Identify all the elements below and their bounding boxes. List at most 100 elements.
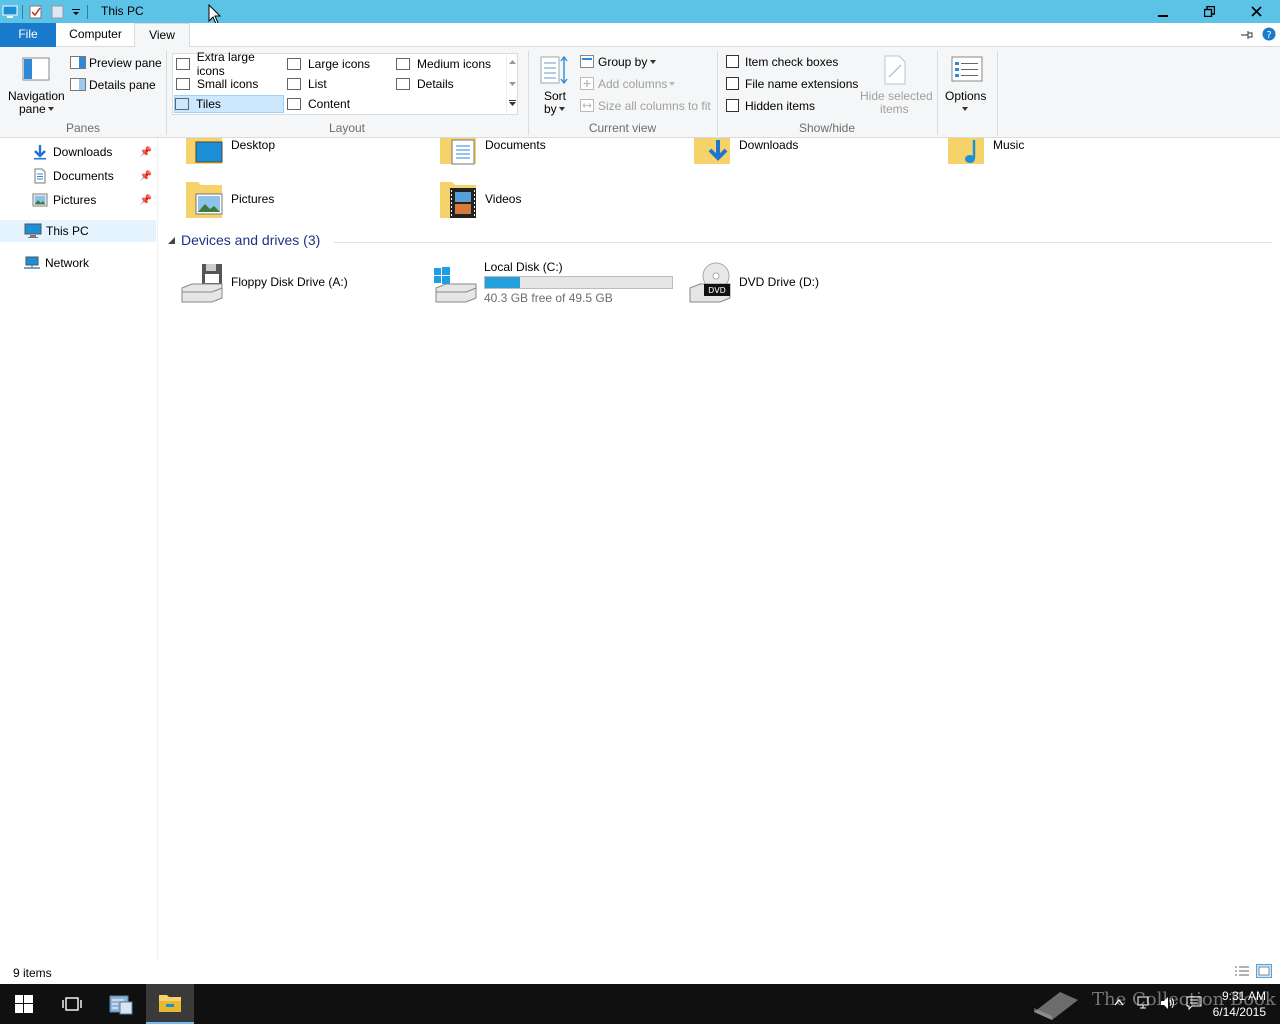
layout-gallery: Extra large icons Large icons Medium ico…	[172, 50, 518, 115]
quick-access-toolbar	[2, 3, 94, 20]
nav-item-this-pc[interactable]: This PC	[0, 220, 156, 242]
large-icons-view-icon[interactable]	[1256, 964, 1272, 978]
hidden-items-label: Hidden items	[745, 99, 816, 113]
nav-item-label: Documents	[53, 169, 114, 183]
collapse-triangle-icon[interactable]	[168, 236, 175, 244]
scroll-down-icon[interactable]	[509, 82, 516, 86]
options-button[interactable]: Options	[940, 53, 994, 119]
hidden-items-option[interactable]: Hidden items	[724, 97, 856, 115]
layout-content[interactable]: Content	[287, 95, 393, 113]
file-name-extensions-checkbox[interactable]	[726, 77, 739, 90]
scroll-up-icon[interactable]	[509, 60, 516, 64]
navigation-pane-label: Navigation	[8, 89, 65, 103]
group-label-layout: Layout	[328, 121, 366, 135]
layout-list[interactable]: List	[287, 75, 393, 93]
layout-details[interactable]: Details	[396, 75, 504, 93]
taskbar-server-manager[interactable]	[97, 984, 145, 1024]
hide-selected-items-icon	[884, 55, 906, 85]
pin-icon[interactable]: 📌	[140, 195, 152, 206]
group-by-button[interactable]: Group by	[578, 53, 708, 71]
hide-selected-items-button[interactable]: Hide selected items	[858, 53, 933, 119]
folder-tile-downloads[interactable]: Downloads	[692, 138, 932, 166]
nav-item-downloads[interactable]: Downloads 📌	[0, 141, 158, 163]
size-all-columns-button[interactable]: Size all columns to fit	[578, 97, 714, 115]
folder-name: Music	[993, 138, 1025, 152]
task-view-button[interactable]	[48, 984, 96, 1024]
clock[interactable]: 9:31 AM 6/14/2015	[1213, 988, 1266, 1020]
tiles-icon	[175, 98, 189, 110]
gallery-expand-icon[interactable]	[509, 100, 516, 107]
item-check-boxes-option[interactable]: Item check boxes	[724, 53, 856, 71]
window-title: This PC	[101, 4, 144, 18]
tab-view[interactable]: View	[134, 23, 190, 48]
chevron-down-icon	[559, 107, 565, 111]
folder-tile-videos[interactable]: Videos	[438, 180, 678, 224]
layout-large-icons[interactable]: Large icons	[287, 55, 393, 73]
drive-tile-floppy[interactable]: Floppy Disk Drive (A:)	[178, 262, 418, 304]
layout-extra-large-icons[interactable]: Extra large icons	[176, 50, 284, 78]
folder-tile-music[interactable]: Music	[946, 138, 1186, 166]
folder-tile-pictures[interactable]: Pictures	[184, 180, 424, 224]
file-explorer-icon	[159, 995, 181, 1012]
downloads-arrow-icon	[34, 145, 46, 160]
tab-computer[interactable]: Computer	[57, 23, 134, 47]
help-icon[interactable]: ?	[1262, 27, 1276, 41]
tab-file[interactable]: File	[0, 23, 56, 47]
add-columns-button[interactable]: Add columns	[578, 75, 708, 93]
title-bar: This PC	[0, 0, 1280, 25]
details-view-icon[interactable]	[1234, 965, 1250, 978]
hide-selected-items-label: Hide selected	[860, 89, 933, 103]
minimize-icon	[1158, 14, 1168, 17]
devices-group-header[interactable]: Devices and drives (3)	[168, 232, 320, 248]
minimize-button[interactable]	[1140, 0, 1186, 23]
folder-name: Videos	[485, 192, 522, 206]
properties-icon[interactable]	[29, 5, 43, 19]
folder-name: Desktop	[231, 138, 276, 152]
sort-by-button[interactable]: Sort by	[536, 53, 572, 119]
pin-icon[interactable]: 📌	[140, 171, 152, 182]
floppy-drive-icon	[181, 264, 223, 303]
pictures-icon	[32, 193, 48, 207]
action-center-icon[interactable]	[1186, 996, 1202, 1010]
layout-medium-icons[interactable]: Medium icons	[396, 55, 504, 73]
layout-small-icons[interactable]: Small icons	[176, 75, 284, 93]
layout-tiles[interactable]: Tiles	[174, 95, 284, 113]
restore-button[interactable]	[1186, 0, 1232, 23]
file-name-extensions-option[interactable]: File name extensions	[724, 75, 858, 93]
group-by-icon	[580, 55, 594, 68]
nav-item-documents[interactable]: Documents 📌	[0, 165, 158, 187]
navigation-pane-icon	[22, 57, 50, 81]
layout-item-label: Content	[308, 97, 351, 111]
new-folder-icon[interactable]	[51, 5, 65, 19]
show-hidden-icons-icon[interactable]	[1114, 998, 1124, 1006]
layout-item-label: Tiles	[196, 97, 221, 111]
server-manager-icon	[109, 995, 133, 1015]
customize-dropdown-icon[interactable]	[71, 7, 81, 17]
drive-tile-dvd[interactable]: DVD DVD Drive (D:)	[686, 262, 926, 304]
task-view-icon	[62, 997, 82, 1011]
videos-folder-icon	[440, 182, 476, 218]
folder-tile-desktop[interactable]: Desktop	[184, 138, 424, 166]
nav-item-label: Pictures	[53, 193, 97, 207]
network-tray-icon[interactable]	[1137, 996, 1153, 1010]
hidden-items-checkbox[interactable]	[726, 99, 739, 112]
details-pane-button[interactable]: Details pane	[68, 76, 160, 94]
start-button[interactable]	[0, 984, 48, 1024]
nav-item-network[interactable]: Network	[0, 252, 158, 274]
nav-item-pictures[interactable]: Pictures 📌	[0, 189, 158, 211]
pin-icon[interactable]: 📌	[140, 147, 152, 158]
folder-tile-documents[interactable]: Documents	[438, 138, 678, 166]
volume-icon[interactable]	[1160, 996, 1176, 1010]
close-button[interactable]	[1232, 0, 1280, 23]
layout-gallery-scroll[interactable]	[506, 54, 518, 114]
group-label-panes: Panes	[65, 121, 101, 135]
ribbon-tabs: File Computer View ?	[0, 23, 1280, 48]
taskbar-file-explorer[interactable]	[146, 984, 194, 1024]
this-pc-icon	[2, 5, 18, 18]
preview-pane-button[interactable]: Preview pane	[68, 54, 162, 72]
folder-name: Downloads	[739, 138, 799, 152]
options-icon	[951, 56, 983, 82]
item-check-boxes-checkbox[interactable]	[726, 55, 739, 68]
pin-ribbon-icon[interactable]	[1240, 29, 1254, 41]
navigation-pane-button[interactable]: Navigation pane	[4, 53, 66, 119]
